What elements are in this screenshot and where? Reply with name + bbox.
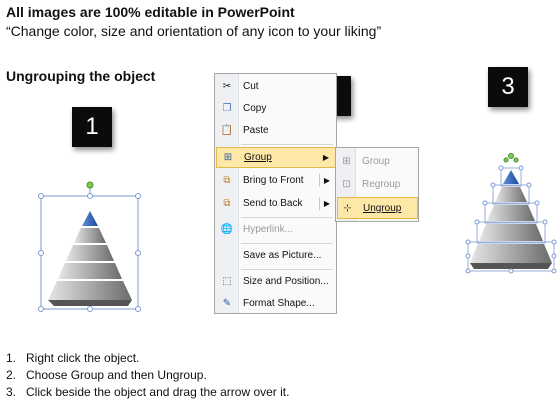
menu-item-save-as-picture[interactable]: Save as Picture...	[216, 245, 336, 266]
submenu-arrow-icon: ▶	[322, 153, 329, 162]
scissors-icon: ✂	[222, 81, 232, 92]
submenu-arrow-icon: ▶	[323, 176, 330, 185]
menu-item-bring-to-front[interactable]: ⧉ Bring to Front ▶	[216, 170, 336, 191]
menu-item-hyperlink[interactable]: 🌐 Hyperlink...	[216, 219, 336, 240]
ungrouped-pyramid[interactable]	[462, 150, 558, 278]
submenu-arrow-icon: ▶	[323, 199, 330, 208]
ungroup-icon: ⊹	[343, 202, 352, 214]
page-subtitle: “Change color, size and orientation of a…	[6, 23, 382, 39]
bring-to-front-icon: ⧉	[223, 175, 231, 186]
rotate-handle[interactable]	[86, 181, 94, 189]
step-item: 2. Choose Group and then Ungroup.	[6, 368, 207, 382]
rotate-handles[interactable]	[503, 153, 519, 163]
menu-item-copy[interactable]: ❐ Copy	[216, 98, 336, 119]
hyperlink-icon: 🌐	[220, 224, 234, 235]
step-badge-3: 3	[488, 67, 528, 107]
group-submenu: ⊞ Group ⊡ Regroup ⊹ Ungroup	[335, 147, 419, 222]
submenu-item-ungroup[interactable]: ⊹ Ungroup	[337, 197, 418, 219]
send-to-back-icon: ⧉	[223, 198, 231, 209]
instruction-steps: 1. Right click the object. 2. Choose Group…	[6, 350, 289, 401]
submenu-item-group[interactable]: ⊞ Group	[337, 150, 418, 172]
grouped-pyramid[interactable]	[36, 178, 142, 316]
submenu-item-regroup[interactable]: ⊡ Regroup	[337, 173, 418, 195]
step-badge-1: 1	[72, 107, 112, 147]
menu-item-cut[interactable]: ✂ Cut	[216, 76, 336, 97]
group-icon: ⊞	[223, 152, 233, 163]
copy-icon: ❐	[222, 103, 232, 114]
menu-item-group[interactable]: ⊞ Group ▶	[216, 147, 336, 168]
step-item: 1. Right click the object.	[6, 351, 140, 365]
menu-item-format-shape[interactable]: ✎ Format Shape...	[216, 293, 336, 314]
paste-icon: 📋	[220, 125, 234, 136]
format-shape-icon: ✎	[222, 298, 232, 309]
menu-item-paste[interactable]: 📋 Paste	[216, 120, 336, 141]
size-position-icon: ⬚	[222, 276, 232, 287]
menu-item-send-to-back[interactable]: ⧉ Send to Back ▶	[216, 193, 336, 214]
section-heading: Ungrouping the object	[6, 68, 156, 84]
group-icon: ⊞	[342, 155, 351, 167]
regroup-icon: ⊡	[342, 178, 351, 190]
page-title: All images are 100% editable in PowerPoi…	[6, 4, 295, 20]
step-item: 3. Click beside the object and drag the a…	[6, 385, 290, 399]
menu-item-size-position[interactable]: ⬚ Size and Position...	[216, 271, 336, 292]
context-menu: ✂ Cut ❐ Copy 📋 Paste ⊞ Group ▶ ⧉ Bring t…	[214, 73, 337, 314]
